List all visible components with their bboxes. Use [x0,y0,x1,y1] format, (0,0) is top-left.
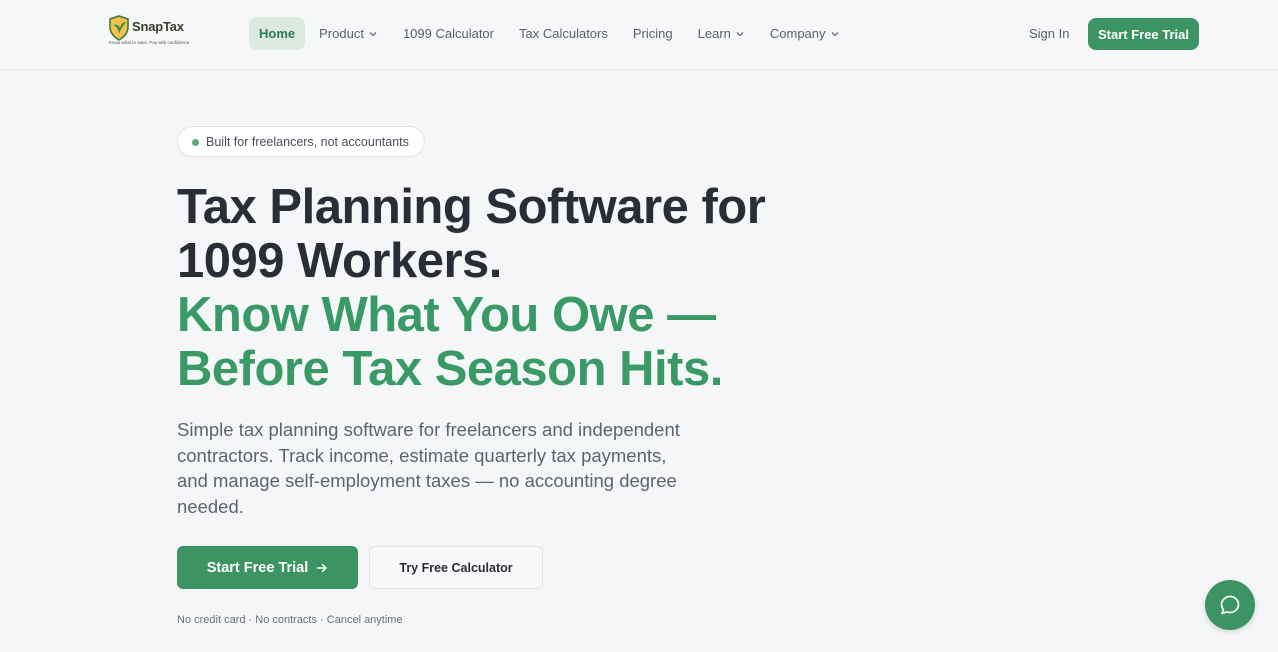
chevron-down-icon [736,31,744,36]
arrow-right-icon [317,563,327,572]
brand-tagline: Know what to save. Pay with confidence [109,40,190,45]
site-header: SnapTax Know what to save. Pay with conf… [0,0,1278,70]
nav-item-label: Learn [697,26,731,41]
hero-title: Tax Planning Software for 1099 Workers. … [177,180,897,396]
hero-title-line-1: Tax Planning Software for [177,180,766,234]
nav-item-label: Home [259,26,296,41]
status-dot-icon [192,139,199,146]
start-free-trial-label: Start Free Trial [206,559,309,576]
hero-title-line-2: 1099 Workers. [177,234,502,288]
header-start-trial-button[interactable]: Start Free Trial [1088,18,1199,50]
trial-terms-note: No credit card · No contracts · Cancel a… [177,614,403,626]
chevron-down-icon [831,31,838,36]
brand-name: SnapTax [132,19,184,34]
try-free-calculator-button[interactable]: Try Free Calculator [369,546,543,589]
nav-item-tax-calculators[interactable]: Tax Calculators [519,17,608,50]
nav-item-1099-calculator[interactable]: 1099 Calculator [403,17,494,50]
start-free-trial-button[interactable]: Start Free Trial [177,546,358,589]
chat-button[interactable] [1205,580,1255,630]
chevron-down-icon [369,31,377,36]
chat-bubble-icon [1220,595,1240,615]
nav-item-product[interactable]: Product [319,17,378,50]
nav-item-company[interactable]: Company [770,17,840,50]
shield-leaf-icon [109,15,129,41]
nav-item-label: Company [769,26,826,41]
audience-badge-text: Built for freelancers, not accountants [206,134,409,149]
nav-item-label: Product [319,26,364,41]
nav-item-pricing[interactable]: Pricing [633,17,673,50]
hero-highlight-line-1: Know What You Owe — [177,288,716,342]
brand-logo[interactable]: SnapTax Know what to save. Pay with conf… [108,15,194,49]
sign-in-link[interactable]: Sign In [1029,26,1069,41]
main-nav: Home Product 1099 Calculator Tax Calcula… [249,17,865,50]
nav-item-home[interactable]: Home [249,17,306,50]
nav-item-learn[interactable]: Learn [698,17,745,50]
nav-item-label: Pricing [632,26,673,41]
nav-item-label: Tax Calculators [519,26,608,41]
hero-highlight-line-2: Before Tax Season Hits. [177,342,723,396]
hero-subtitle: Simple tax planning software for freelan… [177,419,680,517]
nav-item-label: 1099 Calculator [402,26,494,41]
audience-badge: Built for freelancers, not accountants [177,126,425,157]
